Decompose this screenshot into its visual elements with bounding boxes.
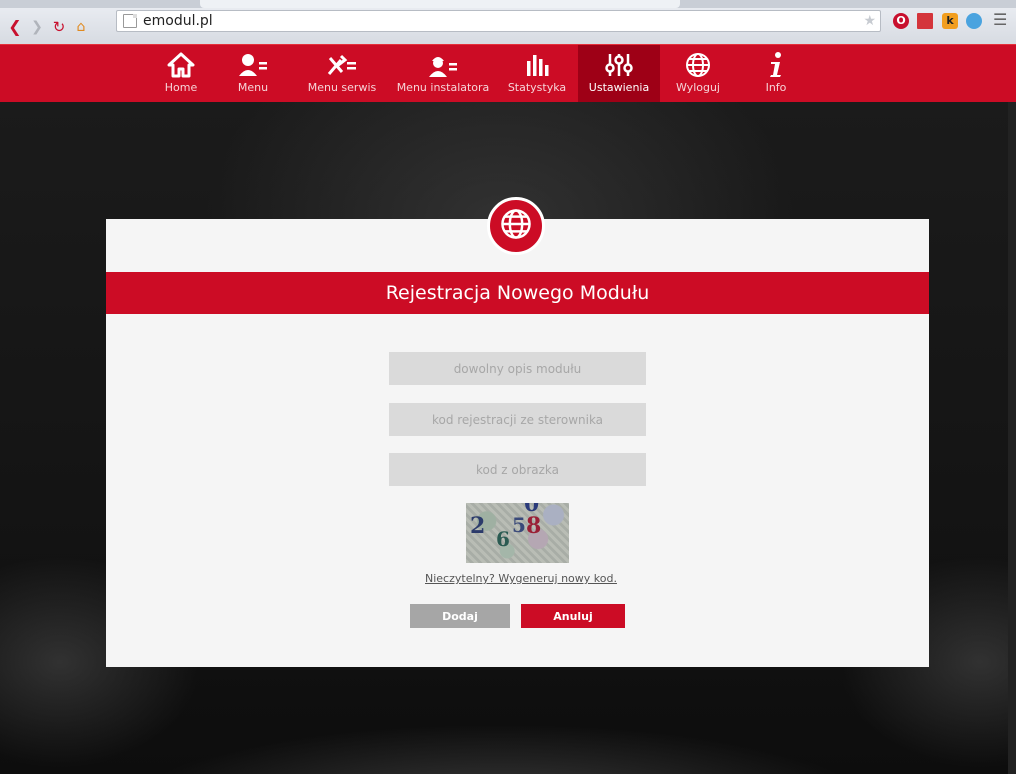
nav-label: Wyloguj [676, 81, 720, 94]
regenerate-captcha-link[interactable]: Nieczytelny? Wygeneruj nowy kod. [425, 572, 617, 585]
nav-label: Info [765, 81, 787, 94]
registration-code-input[interactable] [389, 403, 646, 436]
bookmark-star-icon[interactable]: ★ [863, 13, 876, 29]
address-bar[interactable]: emodul.pl ★ [116, 10, 881, 32]
nav-item-wyloguj[interactable]: Wyloguj [672, 45, 724, 103]
modal-header: Rejestracja Nowego Modułu [106, 272, 929, 314]
sliders-icon [605, 49, 633, 81]
nav-item-menu[interactable]: Menu [232, 45, 274, 103]
nav-label: Menu instalatora [396, 81, 490, 94]
captcha-digit: 2 [470, 513, 486, 539]
tools-menu-icon [326, 49, 358, 81]
user-menu-icon [238, 49, 268, 81]
sync-extension-icon[interactable] [966, 13, 982, 29]
back-icon[interactable]: ❮ [6, 17, 24, 36]
page-scrollbar[interactable] [1008, 102, 1016, 774]
modal-badge [487, 197, 545, 255]
globe-icon [500, 208, 532, 244]
browser-chrome: ❮ ❯ ↻ ⌂ emodul.pl ★ O k ☰ [0, 0, 1016, 44]
nav-label: Home [164, 81, 198, 94]
nav-label: Menu [237, 81, 269, 94]
module-description-input[interactable] [389, 352, 646, 385]
nav-label: Statystyka [507, 81, 567, 94]
nav-item-menu-serwis[interactable]: Menu serwis [306, 45, 378, 103]
modal-title: Rejestracja Nowego Modułu [385, 282, 650, 304]
add-button[interactable]: Dodaj [410, 604, 510, 628]
captcha-image: 2 6 5 8 0 [466, 503, 569, 563]
nav-item-info[interactable]: Info [756, 45, 796, 103]
nav-item-statystyka[interactable]: Statystyka [506, 45, 568, 103]
reload-icon[interactable]: ↻ [50, 18, 68, 36]
forward-icon[interactable]: ❯ [28, 18, 46, 36]
bookmark-extension-icon[interactable] [917, 13, 933, 29]
captcha-code-input[interactable] [389, 453, 646, 486]
browser-tab[interactable] [200, 0, 680, 8]
page-icon [123, 14, 137, 28]
captcha-digit: 0 [524, 503, 540, 517]
home-icon [167, 49, 195, 81]
browser-menu-icon[interactable]: ☰ [993, 10, 1007, 29]
globe-icon [685, 49, 711, 81]
nav-label: Ustawienia [588, 81, 650, 94]
home-browser-icon[interactable]: ⌂ [72, 18, 90, 36]
nav-label: Menu serwis [307, 81, 377, 94]
address-url[interactable]: emodul.pl [143, 13, 213, 29]
opera-extension-icon[interactable]: O [893, 13, 909, 29]
info-icon [766, 49, 786, 81]
captcha-digit: 6 [496, 527, 510, 551]
cancel-button[interactable]: Anuluj [521, 604, 625, 628]
bar-chart-icon [524, 49, 550, 81]
nav-item-menu-instalatora[interactable]: Menu instalatora [396, 45, 490, 103]
installer-icon [428, 49, 458, 81]
site-navigation: Home Menu Menu serwis Menu instalatora S… [0, 44, 1016, 103]
nav-item-home[interactable]: Home [155, 45, 207, 103]
k-extension-icon[interactable]: k [942, 13, 958, 29]
nav-item-ustawienia[interactable]: Ustawienia [578, 45, 660, 103]
